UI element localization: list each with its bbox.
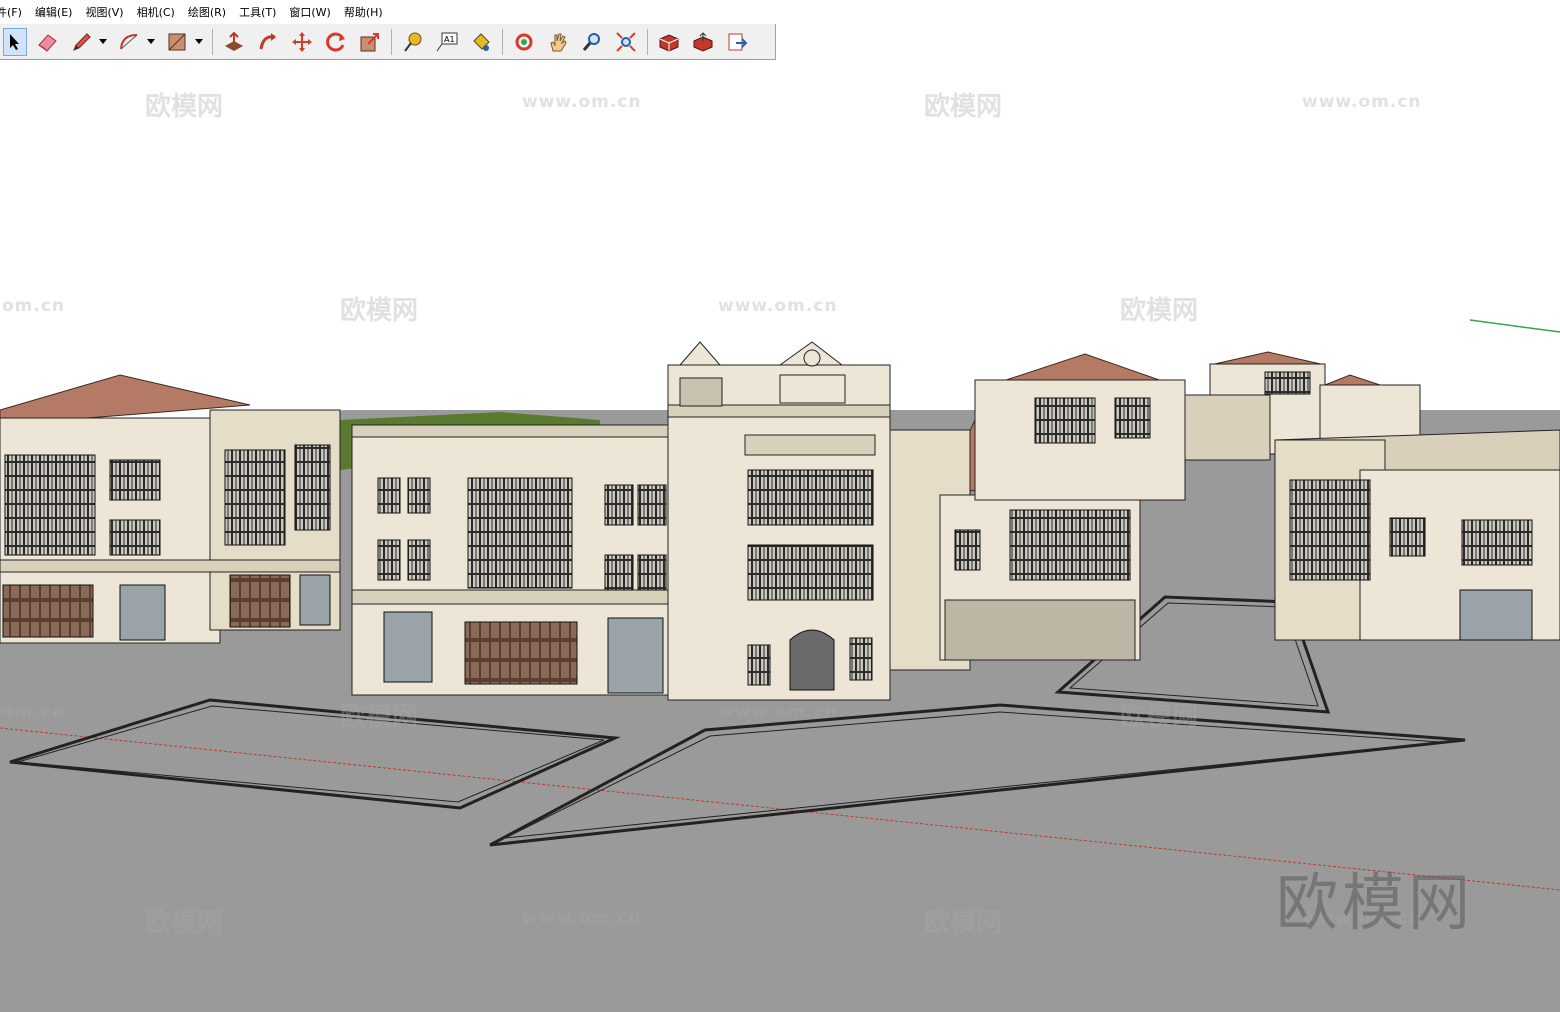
text-tool-button[interactable]: A1 xyxy=(433,28,461,56)
pencil-line-tool-icon xyxy=(73,32,91,51)
menu-view[interactable]: 视图(V) xyxy=(79,4,130,20)
menu-file[interactable]: 件(F) xyxy=(0,4,29,20)
watermark-brand: 欧模网 xyxy=(924,92,1003,122)
pan-tool-icon xyxy=(550,33,567,51)
main-toolbar: A1 xyxy=(0,24,776,60)
menu-window[interactable]: 窗口(W) xyxy=(283,4,337,20)
building-tower xyxy=(667,341,891,701)
arc-tool-button[interactable] xyxy=(115,28,143,56)
tape-measure-tool-button[interactable] xyxy=(399,28,427,56)
line-tool-button[interactable] xyxy=(67,28,95,56)
watermark-url: om.cn xyxy=(2,702,66,722)
arc-tool-icon xyxy=(120,33,138,49)
watermark-url: www.om.cn xyxy=(1302,92,1422,112)
zoom-extents-tool-icon xyxy=(616,31,636,52)
orbit-tool-icon xyxy=(515,33,533,50)
warehouse-get-models-icon xyxy=(659,33,679,52)
building-right xyxy=(1274,429,1560,641)
tape-measure-tool-icon xyxy=(404,32,422,52)
watermark-url: www.om.cn xyxy=(718,296,838,316)
rectangle-tool-icon xyxy=(168,33,186,50)
arc-tool-dropdown[interactable] xyxy=(146,28,156,56)
watermark-brand: 欧模网 xyxy=(1120,702,1199,732)
watermark-logo-large: 欧模网 xyxy=(1276,866,1475,939)
push-pull-tool-button[interactable] xyxy=(220,28,248,56)
rotate-tool-button[interactable] xyxy=(322,28,350,56)
menu-tools[interactable]: 工具(T) xyxy=(233,4,283,20)
move-tool-icon xyxy=(292,31,312,52)
extension-warehouse-icon xyxy=(728,33,748,50)
eraser-tool-icon xyxy=(38,33,57,52)
paint-bucket-tool-button[interactable] xyxy=(467,28,495,56)
warehouse-share-model-icon xyxy=(693,31,713,52)
toolbar-empty-area xyxy=(776,24,1560,60)
watermark-brand: 欧模网 xyxy=(340,296,419,326)
menu-camera[interactable]: 相机(C) xyxy=(131,4,182,20)
menu-bar: 件(F) 编辑(E) 视图(V) 相机(C) 绘图(R) 工具(T) 窗口(W)… xyxy=(0,0,1560,24)
building-left xyxy=(0,374,341,644)
select-tool-icon xyxy=(10,33,19,50)
zoom-tool-button[interactable] xyxy=(578,28,606,56)
rectangle-tool-dropdown[interactable] xyxy=(194,28,204,56)
follow-me-tool-icon xyxy=(259,32,276,49)
select-tool-button[interactable] xyxy=(3,27,27,56)
watermark-brand: 欧模网 xyxy=(145,92,224,122)
zoom-tool-icon xyxy=(582,32,600,51)
chevron-down-icon xyxy=(147,38,155,44)
toolbar-separator xyxy=(212,28,213,55)
orbit-tool-button[interactable] xyxy=(510,28,538,56)
toolbar-separator xyxy=(647,28,648,55)
zoom-extents-tool-button[interactable] xyxy=(612,28,640,56)
follow-me-tool-button[interactable] xyxy=(254,28,282,56)
menu-edit[interactable]: 编辑(E) xyxy=(29,4,80,20)
text-tool-icon: A1 xyxy=(436,32,458,51)
move-tool-button[interactable] xyxy=(288,28,316,56)
watermark-brand: 欧模网 xyxy=(1120,296,1199,326)
green-axis-line xyxy=(1469,319,1560,333)
watermark-brand: 欧模网 xyxy=(340,702,419,732)
watermark-url: www.om.cn xyxy=(522,908,642,928)
toolbar-separator xyxy=(502,28,503,55)
push-pull-tool-icon xyxy=(225,31,243,51)
watermark-url: www.om.cn xyxy=(718,702,838,722)
rotate-tool-icon xyxy=(326,32,345,51)
text-tool-glyph: A1 xyxy=(444,35,455,44)
share-model-button[interactable] xyxy=(689,28,717,56)
watermark-brand: 欧模网 xyxy=(924,908,1003,938)
building-center-left xyxy=(351,424,673,696)
scale-tool-icon xyxy=(360,32,379,51)
chevron-down-icon xyxy=(99,38,107,44)
rectangle-tool-button[interactable] xyxy=(163,28,191,56)
extension-warehouse-button[interactable] xyxy=(723,28,751,56)
pan-tool-button[interactable] xyxy=(544,28,572,56)
model-viewport[interactable]: 欧模网 www.om.cn 欧模网 www.om.cn om.cn 欧模网 ww… xyxy=(0,62,1560,1012)
scale-tool-button[interactable] xyxy=(356,28,384,56)
paint-bucket-tool-icon xyxy=(473,32,490,51)
watermark-brand: 欧模网 xyxy=(145,908,224,938)
get-models-button[interactable] xyxy=(655,28,683,56)
line-tool-dropdown[interactable] xyxy=(98,28,108,56)
menu-help[interactable]: 帮助(H) xyxy=(338,4,390,20)
chevron-down-icon xyxy=(195,38,203,44)
watermark-url: om.cn xyxy=(2,296,66,316)
eraser-tool-button[interactable] xyxy=(33,28,61,56)
toolbar-separator xyxy=(391,28,392,55)
menu-draw[interactable]: 绘图(R) xyxy=(182,4,233,20)
watermark-url: www.om.cn xyxy=(522,92,642,112)
